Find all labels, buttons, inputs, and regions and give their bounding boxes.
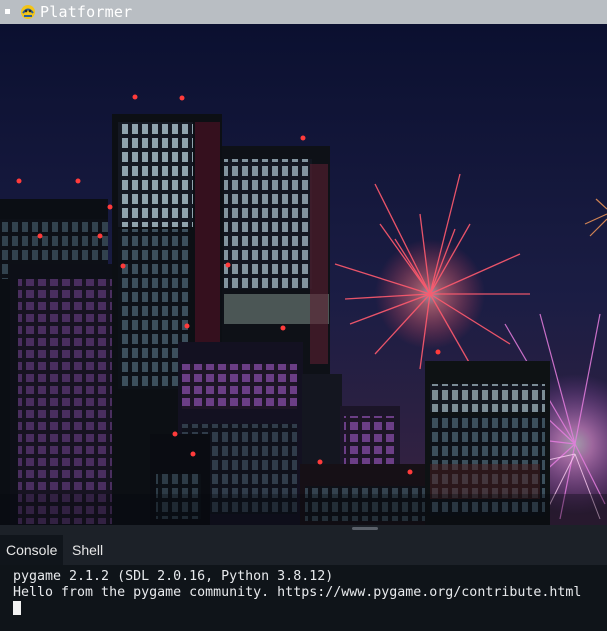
window-menu-icon[interactable] bbox=[5, 9, 10, 14]
text-cursor bbox=[13, 601, 21, 615]
console-output[interactable]: pygame 2.1.2 (SDL 2.0.16, Python 3.8.12)… bbox=[0, 565, 607, 631]
tab-console[interactable]: Console bbox=[0, 535, 64, 565]
game-canvas[interactable] bbox=[0, 24, 607, 525]
window-title: Platformer bbox=[40, 3, 133, 21]
bottom-panel-tabs: Console Shell bbox=[0, 525, 607, 565]
tab-shell[interactable]: Shell bbox=[66, 535, 109, 565]
panel-resize-handle[interactable] bbox=[352, 527, 378, 530]
window-titlebar: Platformer bbox=[0, 0, 607, 25]
console-line: pygame 2.1.2 (SDL 2.0.16, Python 3.8.12) bbox=[13, 569, 334, 584]
console-line: Hello from the pygame community. https:/… bbox=[13, 585, 582, 600]
pygame-snake-icon bbox=[21, 5, 35, 19]
city-fireworks-background bbox=[0, 24, 607, 525]
